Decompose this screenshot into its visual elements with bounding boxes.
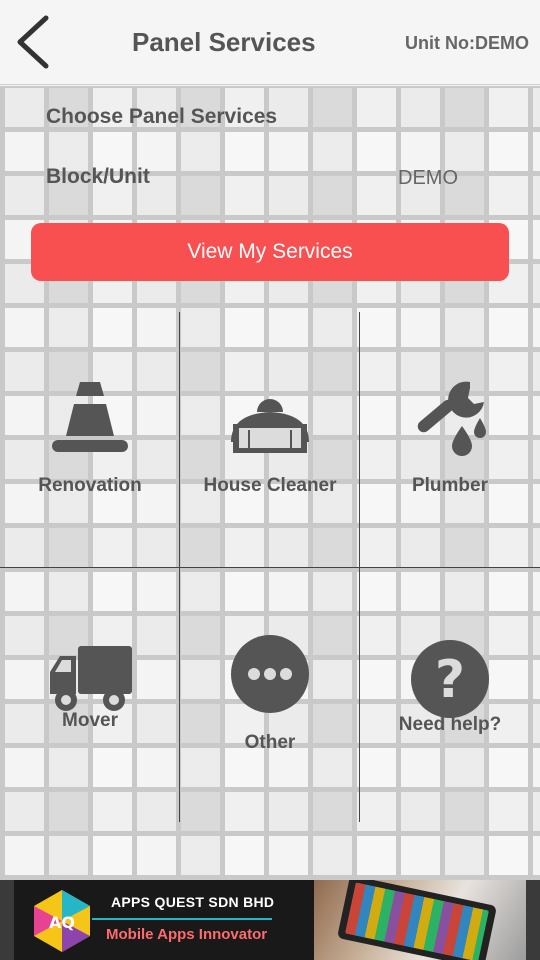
- svg-text:AQ: AQ: [49, 913, 75, 932]
- service-label: Plumber: [411, 475, 489, 496]
- ad-tablet-image: [314, 880, 526, 960]
- aq-logo-icon: AQ: [34, 890, 90, 952]
- truck-icon: [50, 646, 132, 711]
- app-header: Panel Services Unit No:DEMO: [0, 0, 540, 85]
- svg-text:?: ?: [435, 650, 465, 710]
- choose-services-label: Choose Panel Services: [46, 105, 278, 128]
- service-label: House Cleaner: [203, 475, 337, 496]
- service-other[interactable]: Other: [180, 568, 360, 822]
- ad-divider: [92, 918, 272, 920]
- question-icon: ?: [411, 640, 489, 718]
- view-my-services-button[interactable]: View My Services: [31, 223, 509, 281]
- brush-icon: [231, 399, 309, 453]
- service-label: Renovation: [38, 475, 142, 496]
- ad-banner[interactable]: AQ APPS QUEST SDN BHD Mobile Apps Innova…: [0, 880, 540, 960]
- services-panel: Choose Panel Services Block/Unit DEMO Vi…: [0, 86, 540, 880]
- service-label: Need help?: [398, 714, 502, 735]
- service-plumber[interactable]: Plumber: [360, 316, 540, 566]
- unit-number: Unit No:DEMO: [405, 33, 529, 53]
- service-label: Other: [244, 732, 296, 753]
- block-unit-label: Block/Unit: [46, 165, 150, 188]
- ad-company-name: APPS QUEST SDN BHD: [111, 894, 275, 910]
- wrench-water-icon: [417, 381, 486, 456]
- ad-tagline: Mobile Apps Innovator: [106, 926, 268, 943]
- service-label: Mover: [62, 710, 118, 731]
- traffic-cone-icon: [52, 382, 128, 452]
- service-need-help[interactable]: ? Need help?: [360, 568, 540, 822]
- service-house-cleaner[interactable]: House Cleaner: [180, 316, 360, 566]
- service-renovation[interactable]: Renovation: [0, 316, 180, 566]
- chevron-left-icon: [17, 15, 49, 69]
- block-unit-value: DEMO: [398, 167, 458, 189]
- service-mover[interactable]: Mover: [0, 568, 180, 822]
- page-title: Panel Services: [132, 27, 316, 57]
- more-dots-icon: [231, 635, 309, 713]
- back-button[interactable]: [10, 12, 58, 72]
